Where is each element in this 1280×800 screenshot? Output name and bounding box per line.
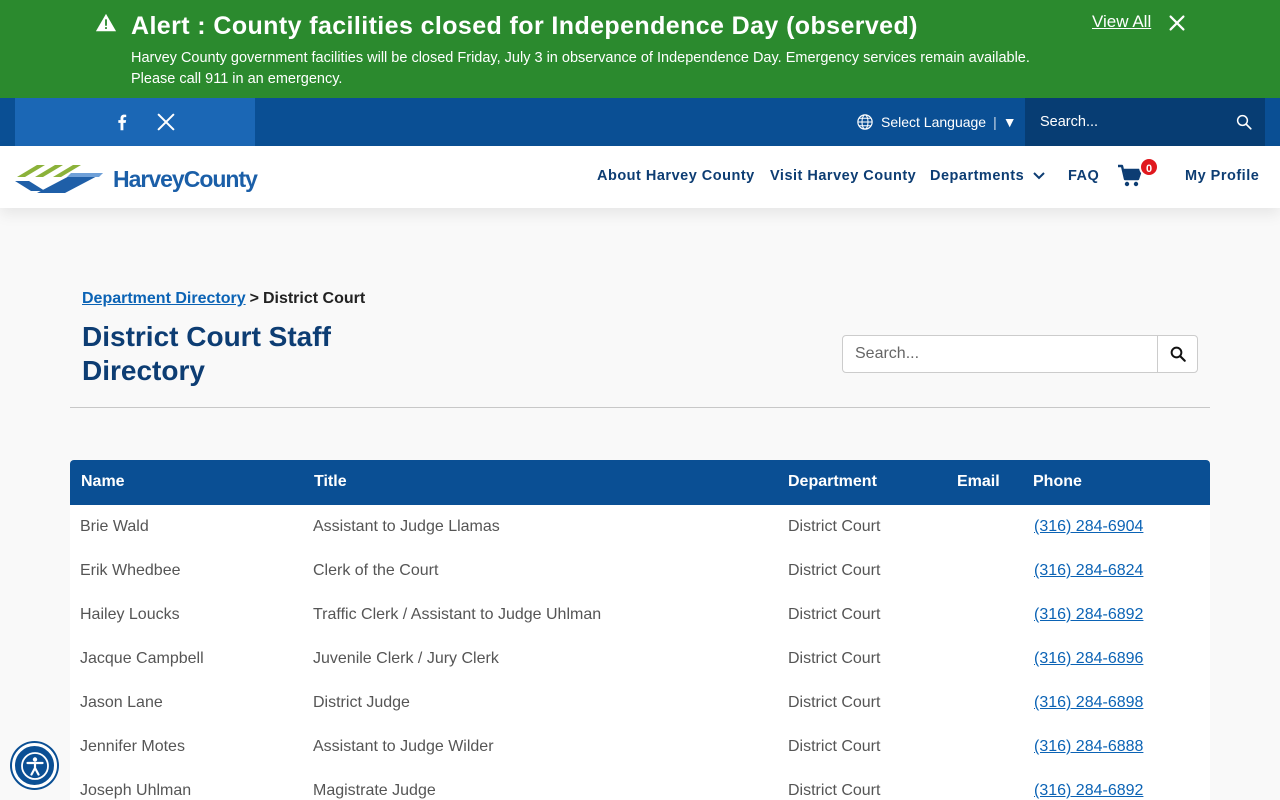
globe-icon xyxy=(857,114,873,130)
chevron-down-icon: ▼ xyxy=(1002,114,1017,130)
nav-about[interactable]: About Harvey County xyxy=(597,168,755,184)
cell-phone-link[interactable]: (316) 284-6888 xyxy=(1034,738,1143,755)
cart-count-badge: 0 xyxy=(1139,157,1159,177)
table-row: Hailey Loucks Traffic Clerk / Assistant … xyxy=(70,593,1210,637)
table-row: Erik Whedbee Clerk of the Court District… xyxy=(70,549,1210,593)
cell-title: Traffic Clerk / Assistant to Judge Uhlma… xyxy=(313,606,602,623)
column-header-department[interactable]: Department xyxy=(788,473,877,491)
language-selector[interactable]: Select Language | ▼ xyxy=(856,111,1017,133)
accessibility-button[interactable] xyxy=(12,743,57,788)
cell-department: District Court xyxy=(788,518,881,535)
facebook-icon[interactable] xyxy=(111,111,133,133)
table-row: Joseph Uhlman Magistrate Judge District … xyxy=(70,769,1210,800)
directory-search xyxy=(842,335,1198,373)
page-title: District Court Staff Directory xyxy=(82,321,331,386)
cell-department: District Court xyxy=(788,782,881,799)
cell-department: District Court xyxy=(788,562,881,579)
cell-phone-link[interactable]: (316) 284-6892 xyxy=(1034,782,1143,799)
nav-departments[interactable]: Departments xyxy=(930,168,1046,184)
cell-title: Assistant to Judge Llamas xyxy=(313,518,500,535)
breadcrumb-department-directory[interactable]: Department Directory xyxy=(82,290,246,307)
social-links xyxy=(15,98,255,146)
cell-phone-link[interactable]: (316) 284-6898 xyxy=(1034,694,1143,711)
site-search xyxy=(1025,98,1265,146)
table-row: Jacque Campbell Juvenile Clerk / Jury Cl… xyxy=(70,637,1210,681)
cell-title: Clerk of the Court xyxy=(313,562,439,579)
cell-name: Brie Wald xyxy=(80,518,149,535)
cell-name: Joseph Uhlman xyxy=(80,782,192,799)
column-header-name[interactable]: Name xyxy=(81,473,125,491)
warning-icon xyxy=(95,13,117,32)
cell-department: District Court xyxy=(788,606,881,623)
logo-mark-icon xyxy=(15,165,103,193)
table-row: Brie Wald Assistant to Judge Llamas Dist… xyxy=(70,505,1210,549)
table-header: Name Title Department Email Phone xyxy=(70,460,1210,505)
column-header-phone[interactable]: Phone xyxy=(1033,473,1082,491)
site-search-input[interactable] xyxy=(1025,98,1225,146)
section-divider xyxy=(70,407,1210,408)
breadcrumb-separator: > xyxy=(249,290,259,307)
column-header-title[interactable]: Title xyxy=(314,473,347,491)
accessibility-icon xyxy=(20,751,49,780)
staff-table: Name Title Department Email Phone Brie W… xyxy=(70,460,1210,800)
breadcrumb: Department Directory > District Court xyxy=(82,290,365,308)
alert-title: Alert : County facilities closed for Ind… xyxy=(131,12,918,40)
cell-title: District Judge xyxy=(313,694,410,711)
column-header-email[interactable]: Email xyxy=(957,473,1000,491)
alert-message: Harvey County government facilities will… xyxy=(131,50,1030,87)
cell-name: Jennifer Motes xyxy=(80,738,185,755)
nav-faq[interactable]: FAQ xyxy=(1068,168,1099,184)
cell-phone-link[interactable]: (316) 284-6892 xyxy=(1034,606,1143,623)
logo-text: HarveyCounty xyxy=(113,165,258,192)
cell-department: District Court xyxy=(788,650,881,667)
directory-search-button[interactable] xyxy=(1157,336,1197,372)
cell-department: District Court xyxy=(788,738,881,755)
search-icon[interactable] xyxy=(1235,113,1253,131)
search-icon xyxy=(1170,346,1186,362)
cell-name: Jason Lane xyxy=(80,694,163,711)
cell-department: District Court xyxy=(788,694,881,711)
nav-visit[interactable]: Visit Harvey County xyxy=(770,168,916,184)
nav-departments-label: Departments xyxy=(930,168,1025,184)
cell-name: Erik Whedbee xyxy=(80,562,181,579)
cell-phone-link[interactable]: (316) 284-6896 xyxy=(1034,650,1143,667)
alert-banner: Alert : County facilities closed for Ind… xyxy=(0,0,1280,98)
cell-title: Magistrate Judge xyxy=(313,782,436,799)
language-separator: | xyxy=(993,114,997,130)
cell-name: Hailey Loucks xyxy=(80,606,180,623)
breadcrumb-current: District Court xyxy=(262,290,366,307)
table-row: Jason Lane District Judge District Court… xyxy=(70,681,1210,725)
x-twitter-icon[interactable] xyxy=(155,111,177,133)
harvey-county-logo[interactable]: HarveyCounty xyxy=(15,162,265,196)
cell-title: Juvenile Clerk / Jury Clerk xyxy=(313,650,499,667)
cell-name: Jacque Campbell xyxy=(80,650,204,667)
nav-my-profile[interactable]: My Profile xyxy=(1185,168,1259,184)
directory-search-input[interactable] xyxy=(843,336,1157,372)
cell-phone-link[interactable]: (316) 284-6824 xyxy=(1034,562,1143,579)
table-row: Jennifer Motes Assistant to Judge Wilder… xyxy=(70,725,1210,769)
cell-title: Assistant to Judge Wilder xyxy=(313,738,494,755)
cell-phone-link[interactable]: (316) 284-6904 xyxy=(1034,518,1143,535)
view-all-alerts-link[interactable]: View All xyxy=(1092,12,1151,32)
utility-bar: Select Language | ▼ xyxy=(0,98,1280,146)
language-label: Select Language xyxy=(881,114,987,130)
main-header: HarveyCounty About Harvey County Visit H… xyxy=(0,146,1280,208)
chevron-down-icon xyxy=(1033,172,1045,180)
close-icon[interactable] xyxy=(1166,12,1188,34)
